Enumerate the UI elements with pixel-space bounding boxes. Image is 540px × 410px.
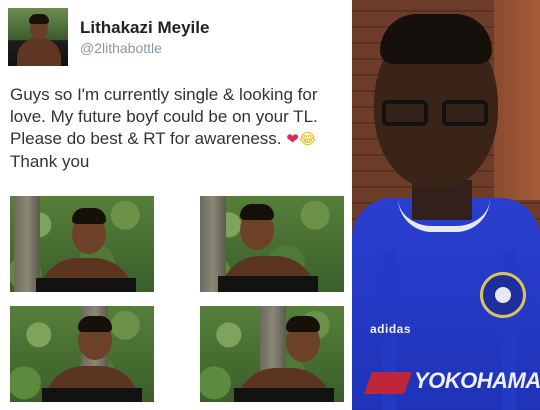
selfie-hair <box>380 14 492 64</box>
tweet-text-line-3: Please do best & RT for awareness. ❤😂 <box>10 128 350 151</box>
tweet-photo-2[interactable] <box>200 196 344 292</box>
jersey-sponsor-text: YOKOHAMA TYR <box>414 368 540 393</box>
tweet-text-line-4: Thank you <box>10 152 90 171</box>
jersey-brand-text: adidas <box>370 322 412 336</box>
tweet-text-line-1: Guys so I'm currently single & looking f… <box>10 85 318 104</box>
photo-top <box>218 276 318 292</box>
photo-hair <box>240 204 274 220</box>
tears-of-joy-icon: 😂 <box>298 131 317 148</box>
sponsor-logo-icon <box>363 372 413 394</box>
heart-icon: ❤ <box>286 131 299 148</box>
glasses-lens-right <box>442 100 488 126</box>
tweet-photo-3[interactable] <box>10 306 154 402</box>
avatar-shoulders <box>17 38 61 66</box>
author-name[interactable]: Lithakazi Meyile <box>80 18 209 38</box>
avatar[interactable] <box>8 8 68 66</box>
tweet-text: Guys so I'm currently single & looking f… <box>10 84 350 173</box>
tweet-card: Lithakazi Meyile @2lithabottle Guys so I… <box>0 0 352 410</box>
photo-top <box>36 278 136 292</box>
tweet-text-line-3-text: Please do best & RT for awareness. <box>10 129 282 148</box>
tweet-photo-4[interactable] <box>200 306 344 402</box>
selfie-photo[interactable]: adidas YOKOHAMA TYR <box>352 0 540 410</box>
photo-top <box>234 388 334 402</box>
club-badge-icon <box>480 272 526 318</box>
photo-hair <box>286 316 320 332</box>
author-handle[interactable]: @2lithabottle <box>80 40 162 56</box>
glasses-icon <box>382 100 492 126</box>
photo-hair <box>78 316 112 332</box>
avatar-hair <box>29 14 49 24</box>
photo-top <box>42 388 142 402</box>
tweet-photo-1[interactable] <box>10 196 154 292</box>
wooden-door <box>494 0 540 200</box>
glasses-lens-left <box>382 100 428 126</box>
tweet-text-line-2: love. My future boyf could be on your TL… <box>10 107 318 126</box>
photo-hair <box>72 208 106 224</box>
